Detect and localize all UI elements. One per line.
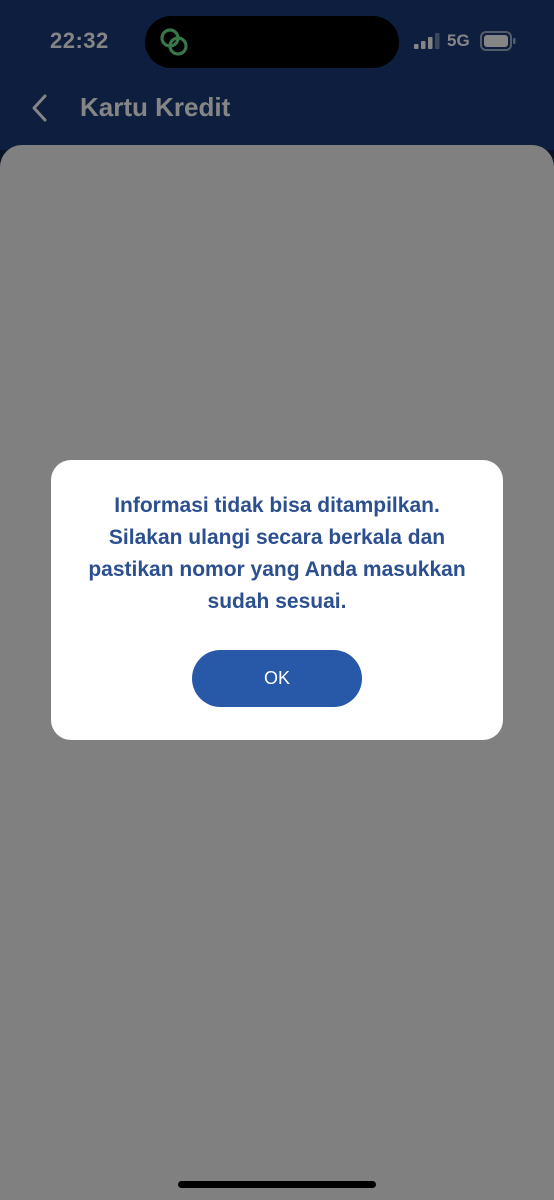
home-indicator[interactable] — [178, 1181, 376, 1188]
dialog-message: Informasi tidak bisa ditampilkan. Silaka… — [88, 494, 466, 613]
error-dialog: Informasi tidak bisa ditampilkan. Silaka… — [51, 460, 503, 740]
ok-button[interactable]: OK — [192, 650, 362, 707]
